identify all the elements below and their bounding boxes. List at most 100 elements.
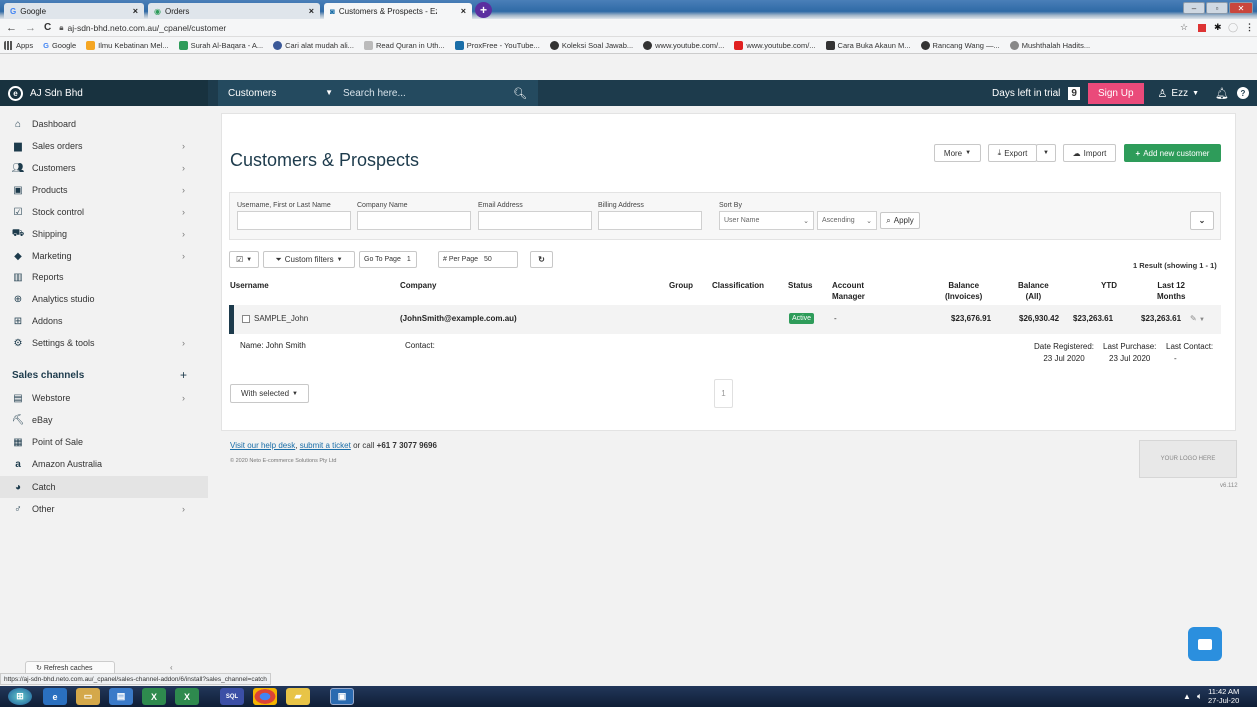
tab-orders[interactable]: ◉ Orders × (148, 3, 320, 19)
col-classification[interactable]: Classification (712, 280, 764, 291)
star-icon[interactable]: ☆ (1180, 22, 1188, 33)
signup-button[interactable]: Sign Up (1087, 82, 1144, 104)
username-filter-input[interactable] (237, 211, 351, 230)
billing-filter-input[interactable] (598, 211, 702, 230)
photo-viewer-icon[interactable]: ▣ (330, 688, 354, 705)
more-button[interactable]: More ▼ (934, 144, 981, 162)
col-status[interactable]: Status (788, 280, 812, 291)
new-tab-button[interactable]: + (475, 2, 492, 18)
select-all-dropdown[interactable]: ☑ ▼ (229, 251, 259, 268)
goto-page-input[interactable]: Go To Page 1 (359, 251, 417, 268)
col-username[interactable]: Username (230, 280, 269, 291)
col-last-12-months[interactable]: Last 12 Months (1157, 280, 1185, 302)
chat-button[interactable] (1188, 627, 1222, 661)
help-desk-link[interactable]: Visit our help desk (230, 441, 295, 450)
bookmark-item[interactable]: Rancang Wang —... (920, 40, 1000, 50)
bookmark-item[interactable]: Ilmu Kebatinan Mel... (86, 40, 169, 50)
tab-google[interactable]: G Google × (4, 3, 144, 19)
back-icon[interactable]: ← (6, 22, 17, 34)
tray-arrow-icon[interactable]: ▲ (1183, 692, 1191, 701)
profile-icon[interactable]: ◯ (1228, 22, 1238, 33)
sidebar-item-other[interactable]: ♂ Other › (0, 498, 208, 520)
help-icon[interactable]: ? (1237, 87, 1249, 99)
sidebar-item-ebay[interactable]: ⛏ eBay (0, 409, 208, 431)
export-dropdown-button[interactable]: ▼ (1036, 144, 1056, 162)
row-checkbox[interactable] (242, 314, 250, 323)
sidebar-item-dashboard[interactable]: ⌂ Dashboard (0, 113, 208, 135)
sort-order-select[interactable]: Ascending ⌄ (817, 211, 877, 230)
chrome-icon[interactable] (253, 688, 277, 705)
col-group[interactable]: Group (669, 280, 693, 291)
apply-button[interactable]: ⌕ Apply (880, 212, 920, 229)
folder-icon[interactable]: ▰ (286, 688, 310, 705)
volume-icon[interactable]: 🔈︎ (1197, 691, 1202, 702)
row-edit-menu[interactable]: ✎ ▼ (1190, 314, 1205, 323)
sidebar-item-addons[interactable]: ⊞ Addons (0, 310, 208, 332)
sidebar-section-sales-channels[interactable]: Sales channels + (0, 364, 208, 386)
excel-icon[interactable]: X (142, 688, 166, 705)
sidebar-item-catch[interactable]: ◕ Catch (0, 476, 208, 498)
bookmark-apps[interactable]: Apps (4, 40, 33, 50)
user-menu[interactable]: ♙ Ezz ▼ (1158, 87, 1199, 100)
col-ytd[interactable]: YTD (1101, 280, 1117, 291)
company-filter-input[interactable] (357, 211, 471, 230)
search-scope-select[interactable]: Customers ▼ (218, 88, 343, 99)
bookmark-item[interactable]: Cara Buka Akaun M... (825, 40, 911, 50)
extension-icon[interactable] (1198, 23, 1206, 32)
maximize-button[interactable]: ▫ (1206, 2, 1228, 14)
sidebar-item-customers[interactable]: 👥︎ Customers › (0, 157, 208, 179)
bookmark-item[interactable]: www.youtube.com/... (643, 40, 724, 50)
col-account-manager[interactable]: Account Manager (832, 280, 865, 302)
search-input[interactable]: Search here... (343, 88, 513, 99)
search-icon[interactable]: 🔍︎ (513, 87, 527, 100)
col-balance-invoices[interactable]: Balance (Invoices) (945, 280, 982, 302)
sidebar-item-products[interactable]: ▣ Products › (0, 179, 208, 201)
close-window-button[interactable]: ✕ (1229, 2, 1253, 14)
excel-icon[interactable]: X (175, 688, 199, 705)
forward-icon[interactable]: → (25, 22, 36, 34)
explorer-icon[interactable]: ▭ (76, 688, 100, 705)
bookmark-item[interactable]: Surah Al-Baqara - A... (178, 40, 263, 50)
close-icon[interactable]: × (133, 6, 138, 16)
extension-icon[interactable]: ✱ (1214, 22, 1222, 33)
bookmark-item[interactable]: Read Quran in Uth... (363, 40, 445, 50)
sidebar-item-settings[interactable]: ⚙ Settings & tools › (0, 332, 208, 354)
close-icon[interactable]: × (461, 6, 466, 16)
col-company[interactable]: Company (400, 280, 436, 291)
url-field[interactable]: aj-sdn-bhd.neto.com.au/_cpanel/customer (68, 23, 227, 33)
pagination-page[interactable]: 1 (714, 379, 733, 408)
clock[interactable]: 11:42 AM 27-Jul-20 (1208, 687, 1239, 705)
sidebar-item-pos[interactable]: ▦ Point of Sale (0, 431, 208, 453)
custom-filters-button[interactable]: ⏷ Custom filters ▼ (263, 251, 355, 268)
bookmark-item[interactable]: Koleksi Soal Jawab... (549, 40, 633, 50)
sidebar-item-marketing[interactable]: ◆ Marketing › (0, 245, 208, 267)
tab-customers[interactable]: ◙ Customers & Prospects - Ezz - A × (324, 3, 472, 19)
bookmark-item[interactable]: www.youtube.com/... (734, 40, 816, 50)
bookmark-item[interactable]: Mushthalah Hadits... (1009, 40, 1090, 50)
email-filter-input[interactable] (478, 211, 592, 230)
bookmark-item[interactable]: Cari alat mudah ali... (273, 40, 354, 50)
bookmark-item[interactable]: G Google (43, 41, 76, 50)
menu-icon[interactable]: ⋮ (1245, 22, 1254, 33)
plus-icon[interactable]: + (180, 368, 187, 382)
col-balance-all[interactable]: Balance (All) (1018, 280, 1049, 302)
add-customer-button[interactable]: + Add new customer (1124, 144, 1221, 162)
reload-icon[interactable]: C (44, 22, 51, 33)
start-button[interactable]: ⊞ (8, 688, 32, 705)
ie-icon[interactable]: e (43, 688, 67, 705)
sidebar-item-reports[interactable]: ▥ Reports (0, 266, 208, 288)
collapse-sidebar-button[interactable]: ‹ (170, 663, 173, 672)
sort-by-select[interactable]: User Name ⌄ (719, 211, 814, 230)
sql-icon[interactable]: SQL (220, 688, 244, 705)
notepad-icon[interactable]: ▤ (109, 688, 133, 705)
bookmark-item[interactable]: ProxFree - YouTube... (454, 40, 540, 50)
minimize-button[interactable]: – (1183, 2, 1205, 14)
sidebar-item-analytics-studio[interactable]: ⊕ Analytics studio (0, 288, 208, 310)
sidebar-item-amazon[interactable]: a Amazon Australia (0, 453, 208, 475)
refresh-button[interactable]: ↻ (530, 251, 553, 268)
sidebar-item-stock-control[interactable]: ☑ Stock control › (0, 201, 208, 223)
sidebar-item-sales-orders[interactable]: ▆ Sales orders › (0, 135, 208, 157)
brand[interactable]: e AJ Sdn Bhd (0, 80, 208, 106)
per-page-input[interactable]: # Per Page 50 (438, 251, 518, 268)
export-button[interactable]: ⤓ Export (988, 144, 1037, 162)
